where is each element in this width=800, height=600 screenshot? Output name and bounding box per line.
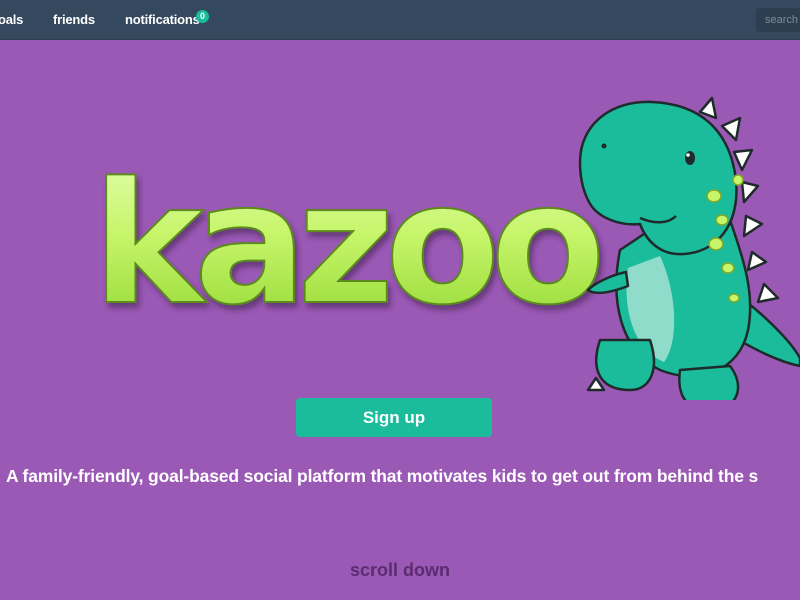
logo-wordmark: kazoo [92,146,599,342]
sign-up-button[interactable]: Sign up [296,398,492,437]
hero-tagline: A family-friendly, goal-based social pla… [6,466,759,486]
search-input[interactable] [756,8,800,32]
kazoo-logo-graphic: kazoo [91,96,800,400]
top-navbar: oals friends notifications 0 [0,0,800,40]
dinosaur-mascot-icon [578,96,800,400]
hero-logo: kazoo [0,40,800,400]
nav-friends-link[interactable]: friends [53,12,95,27]
scroll-down-link[interactable]: scroll down [0,560,800,581]
notifications-count-badge: 0 [196,10,209,23]
nav-notifications-link[interactable]: notifications [125,12,200,27]
nav-goals-link[interactable]: oals [0,12,23,27]
